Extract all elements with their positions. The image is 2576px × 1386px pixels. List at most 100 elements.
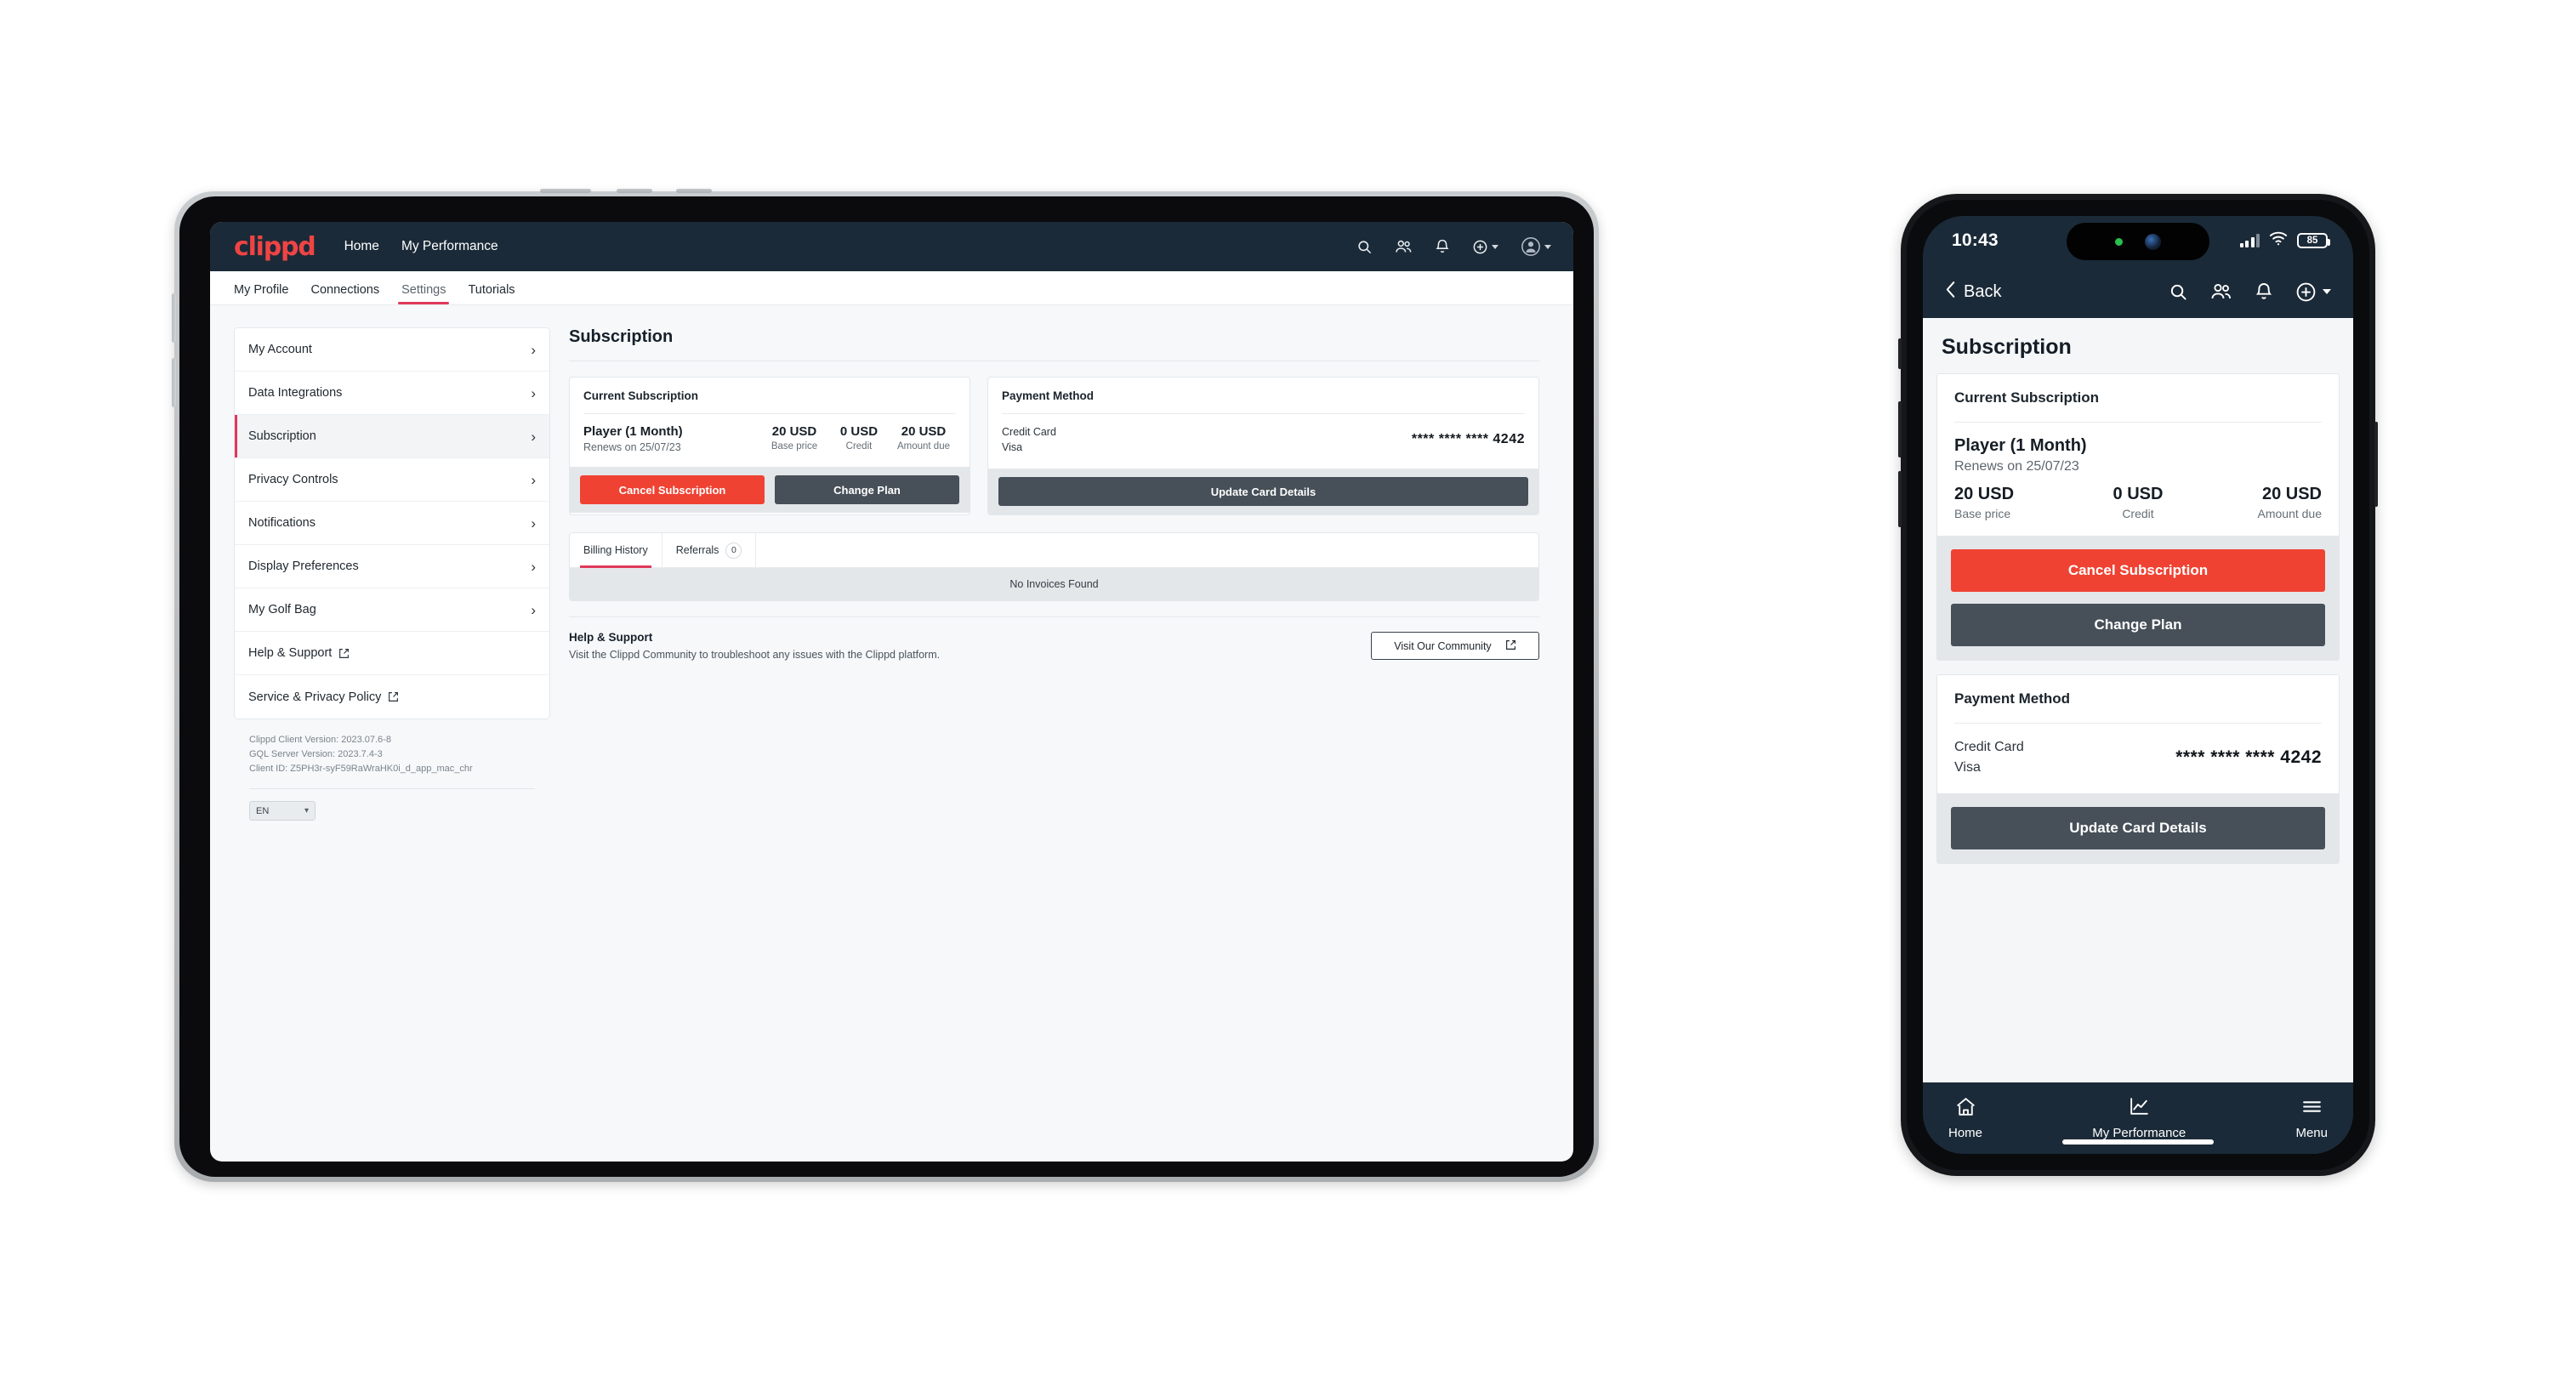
current-subscription-body: Current Subscription Player (1 Month) Re…	[1937, 374, 2339, 536]
subscription-cards-row: Current Subscription Player (1 Month) Re…	[569, 377, 1539, 516]
credit-column: 0 USD Credit	[2077, 485, 2199, 520]
current-subscription-card: Current Subscription Player (1 Month) Re…	[569, 377, 970, 516]
sidebar-item-display-preferences[interactable]: Display Preferences ›	[235, 545, 549, 588]
client-version-text: Clippd Client Version: 2023.07.6-8	[249, 735, 391, 745]
language-select[interactable]: EN ▾	[249, 801, 316, 821]
visit-community-label: Visit Our Community	[1394, 639, 1492, 652]
search-icon[interactable]	[1356, 239, 1373, 255]
tablet-volume-down-button[interactable]	[172, 358, 176, 407]
card-divider	[1002, 413, 1525, 414]
tablet-volume-up-button[interactable]	[172, 293, 176, 343]
payment-method-actions: Update Card Details	[1937, 793, 2339, 863]
plan-renewal-date: Renews on 25/07/23	[583, 441, 681, 453]
phone-volume-down-button[interactable]	[1898, 471, 1902, 527]
tablet-top-button-1[interactable]	[540, 189, 591, 193]
tablet-top-button-3[interactable]	[676, 189, 712, 193]
card-brand: Visa	[1954, 760, 1981, 775]
home-icon	[1954, 1096, 1977, 1121]
sidebar-item-service-privacy-policy[interactable]: Service & Privacy Policy	[235, 675, 549, 719]
wifi-icon	[2269, 231, 2288, 250]
referrals-count-badge: 0	[725, 542, 742, 559]
tab-connections[interactable]: Connections	[310, 283, 379, 304]
notifications-bell-icon[interactable]	[2255, 281, 2273, 302]
cellular-signal-icon	[2239, 234, 2260, 247]
phone-mute-switch[interactable]	[1898, 338, 1902, 369]
sidebar-item-my-account[interactable]: My Account ›	[235, 328, 549, 372]
tablet-bezel: clippd Home My Performance My Profile Co…	[179, 196, 1594, 1177]
tablet-top-icon-group	[1356, 236, 1551, 257]
sidebar-item-my-golf-bag[interactable]: My Golf Bag ›	[235, 588, 549, 632]
current-subscription-actions: Cancel Subscription Change Plan	[570, 467, 970, 513]
tabbar-item-my-performance[interactable]: My Performance	[2092, 1096, 2186, 1140]
battery-percent-text: 85	[2306, 236, 2318, 246]
tab-billing-history[interactable]: Billing History	[570, 533, 662, 569]
payment-method-card: Payment Method Credit Card Visa **** ***…	[1936, 674, 2340, 864]
tabbar-item-menu[interactable]: Menu	[2295, 1096, 2328, 1140]
current-subscription-actions: Cancel Subscription Change Plan	[1937, 536, 2339, 660]
amount-due-label: Amount due	[896, 441, 950, 452]
sidebar-item-label: Subscription	[248, 429, 316, 443]
credit-amount: 0 USD	[839, 424, 879, 439]
sidebar-item-privacy-controls[interactable]: Privacy Controls ›	[235, 458, 549, 502]
sidebar-item-help-support[interactable]: Help & Support	[235, 632, 549, 675]
base-price-label: Base price	[1954, 507, 2011, 520]
community-icon[interactable]	[1395, 239, 1413, 255]
change-plan-button[interactable]: Change Plan	[775, 475, 959, 504]
card-type-info: Credit Card Visa	[1002, 424, 1056, 455]
payment-method-title: Payment Method	[1002, 389, 1095, 402]
tab-my-profile[interactable]: My Profile	[234, 283, 288, 304]
base-price-column: 20 USD Base price	[762, 424, 827, 452]
notifications-bell-icon[interactable]	[1435, 238, 1450, 255]
phone-power-button[interactable]	[2374, 422, 2378, 507]
card-type: Credit Card	[1954, 740, 2024, 754]
cancel-subscription-button[interactable]: Cancel Subscription	[580, 475, 765, 504]
tabbar-item-home[interactable]: Home	[1948, 1096, 1982, 1140]
sidebar-item-label: Privacy Controls	[248, 473, 338, 486]
subscription-main: Subscription Current Subscription Player	[569, 327, 1573, 821]
add-circle-icon[interactable]	[1472, 239, 1498, 255]
sidebar-item-label: Display Preferences	[248, 560, 359, 573]
card-divider	[1954, 723, 2322, 724]
credit-column: 0 USD Credit	[827, 424, 891, 452]
phone-volume-up-button[interactable]	[1898, 401, 1902, 457]
chevron-right-icon: ›	[531, 601, 536, 618]
visit-community-button[interactable]: Visit Our Community	[1371, 632, 1539, 661]
nav-item-my-performance[interactable]: My Performance	[401, 239, 498, 254]
credit-label: Credit	[2122, 507, 2154, 520]
back-button[interactable]: Back	[1945, 281, 2001, 304]
tablet-top-button-2[interactable]	[617, 189, 652, 193]
tablet-screen: clippd Home My Performance My Profile Co…	[210, 222, 1573, 1162]
search-icon[interactable]	[2169, 282, 2188, 302]
current-subscription-card: Current Subscription Player (1 Month) Re…	[1936, 373, 2340, 661]
add-circle-icon[interactable]	[2295, 281, 2331, 303]
tablet-primary-nav: Home My Performance	[344, 239, 498, 254]
tab-settings[interactable]: Settings	[398, 283, 450, 304]
payment-method-body: Payment Method Credit Card Visa **** ***…	[988, 378, 1538, 469]
billing-history-card: Billing History Referrals 0 No Invoices …	[569, 532, 1539, 602]
sidebar-item-label: My Account	[248, 343, 312, 356]
amount-due-column: 20 USD Amount due	[2199, 485, 2323, 520]
home-indicator[interactable]	[2062, 1139, 2214, 1145]
nav-item-home[interactable]: Home	[344, 239, 379, 254]
tab-referrals[interactable]: Referrals 0	[662, 533, 757, 568]
sidebar-item-data-integrations[interactable]: Data Integrations ›	[235, 372, 549, 415]
update-card-details-button[interactable]: Update Card Details	[998, 477, 1528, 507]
change-plan-button[interactable]: Change Plan	[1951, 604, 2325, 646]
payment-method-details: Credit Card Visa **** **** **** 4242	[1954, 737, 2322, 778]
tab-tutorials[interactable]: Tutorials	[468, 283, 515, 304]
community-icon[interactable]	[2210, 282, 2232, 302]
screenshot-stage: clippd Home My Performance My Profile Co…	[0, 0, 2576, 1386]
user-avatar-icon[interactable]	[1521, 236, 1551, 257]
update-card-details-button[interactable]: Update Card Details	[1951, 807, 2325, 849]
external-link-icon	[388, 691, 399, 702]
clippd-logo[interactable]: clippd	[234, 232, 316, 262]
sidebar-item-subscription[interactable]: Subscription ›	[235, 415, 549, 458]
cancel-subscription-button[interactable]: Cancel Subscription	[1951, 549, 2325, 592]
sidebar-item-notifications[interactable]: Notifications ›	[235, 502, 549, 545]
tablet-body: My Account › Data Integrations › Subscri…	[210, 305, 1573, 821]
tablet-top-bar: clippd Home My Performance	[210, 222, 1573, 271]
credit-label: Credit	[845, 441, 873, 452]
help-support-title: Help & Support	[569, 631, 653, 645]
settings-sidebar: My Account › Data Integrations › Subscri…	[234, 327, 550, 821]
camera-active-indicator-icon	[2115, 237, 2123, 246]
